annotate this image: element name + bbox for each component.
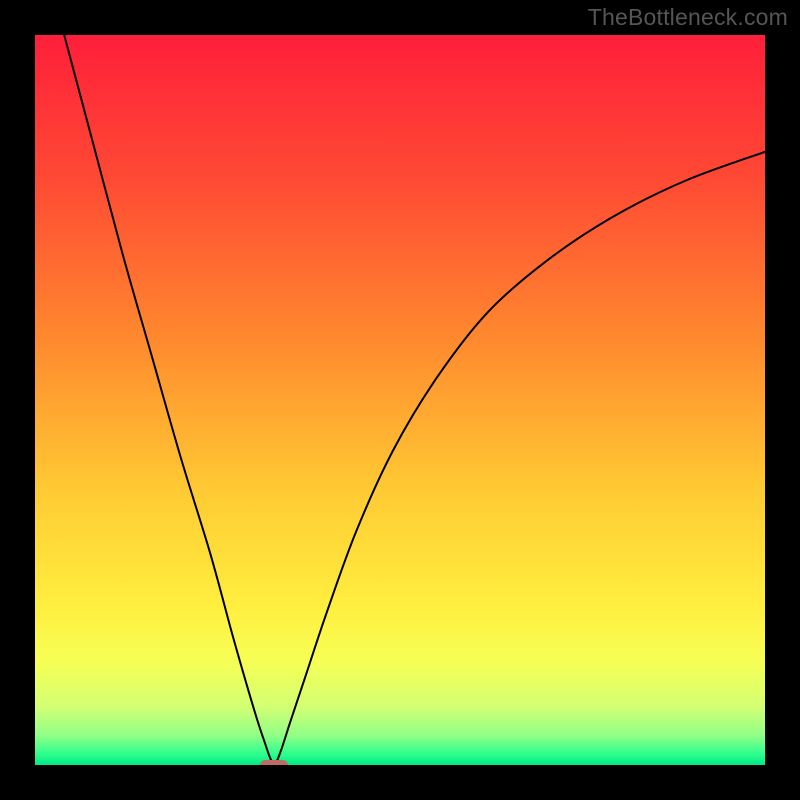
bottleneck-curve: [35, 35, 765, 765]
min-marker: [260, 760, 288, 766]
plot-area: [35, 35, 765, 765]
watermark-text: TheBottleneck.com: [588, 4, 788, 31]
chart-frame: TheBottleneck.com: [0, 0, 800, 800]
